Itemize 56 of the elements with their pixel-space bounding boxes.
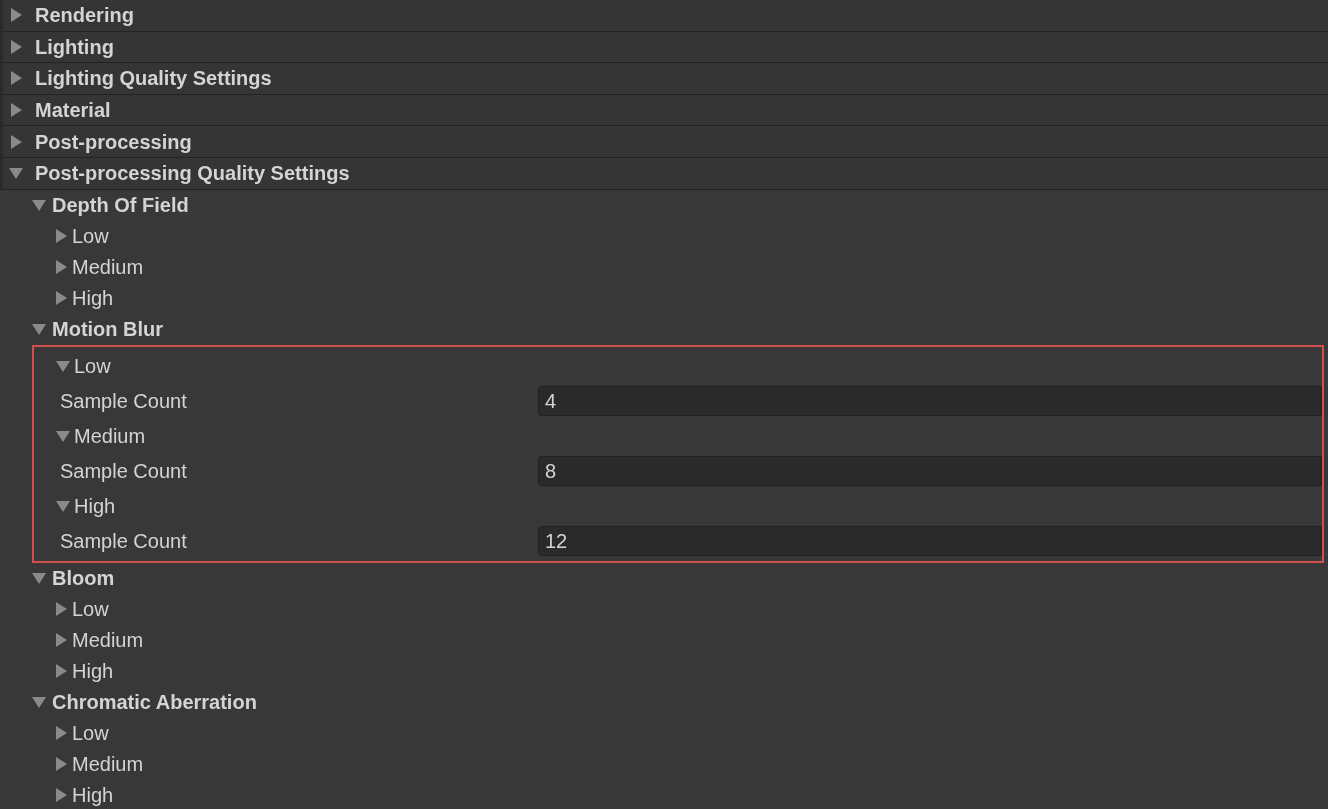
caret-right-icon[interactable] xyxy=(54,757,68,772)
caret-down-icon[interactable] xyxy=(56,429,70,444)
caret-right-icon[interactable] xyxy=(54,788,68,803)
quality-level-label[interactable]: Low xyxy=(72,221,109,252)
caret-right-icon[interactable] xyxy=(54,726,68,741)
section-title: Post-processing Quality Settings xyxy=(35,161,350,187)
quality-level-label[interactable]: High xyxy=(72,283,114,314)
caret-right-icon[interactable] xyxy=(9,71,23,86)
caret-right-icon[interactable] xyxy=(54,229,68,244)
caret-right-icon[interactable] xyxy=(54,633,68,648)
section-header[interactable]: Lighting Quality Settings xyxy=(0,63,1328,95)
caret-down-icon[interactable] xyxy=(32,198,46,213)
number-field[interactable]: 8 xyxy=(538,456,1322,487)
quality-level-label[interactable]: Medium xyxy=(72,625,144,656)
number-field[interactable]: 4 xyxy=(538,386,1322,417)
group-title[interactable]: Motion Blur xyxy=(52,314,164,345)
section-header[interactable]: Post-processing Quality Settings xyxy=(0,157,1328,190)
section-title: Lighting xyxy=(35,34,114,60)
caret-down-icon[interactable] xyxy=(32,571,46,586)
section-header[interactable]: Lighting xyxy=(0,31,1328,64)
caret-right-icon[interactable] xyxy=(54,260,68,275)
section-header[interactable]: Post-processing xyxy=(0,126,1328,158)
quality-level-label[interactable]: Low xyxy=(74,351,111,382)
caret-right-icon[interactable] xyxy=(54,291,68,306)
quality-level-label[interactable]: High xyxy=(74,491,116,522)
caret-right-icon[interactable] xyxy=(54,664,68,679)
group-title[interactable]: Chromatic Aberration xyxy=(52,687,257,718)
quality-level-label[interactable]: Low xyxy=(72,718,109,749)
quality-level-label[interactable]: Low xyxy=(72,594,109,625)
caret-right-icon[interactable] xyxy=(9,103,23,118)
field-label: Sample Count xyxy=(60,529,188,555)
group-title[interactable]: Bloom xyxy=(52,563,115,594)
quality-level-label[interactable]: Medium xyxy=(72,252,144,283)
caret-down-icon[interactable] xyxy=(56,359,70,374)
number-field[interactable]: 12 xyxy=(538,526,1322,557)
caret-down-icon[interactable] xyxy=(32,322,46,337)
caret-right-icon[interactable] xyxy=(9,39,23,54)
quality-level-label[interactable]: High xyxy=(72,780,114,809)
caret-down-icon[interactable] xyxy=(56,499,70,514)
caret-right-icon[interactable] xyxy=(9,134,23,149)
section-header[interactable]: Material xyxy=(0,94,1328,127)
section-title: Material xyxy=(35,98,111,124)
section-title: Lighting Quality Settings xyxy=(35,66,272,92)
section-header[interactable]: Rendering xyxy=(0,0,1328,32)
quality-level-label[interactable]: Medium xyxy=(74,421,146,452)
section-title: Rendering xyxy=(35,3,134,29)
caret-down-icon[interactable] xyxy=(9,166,23,181)
group-title[interactable]: Depth Of Field xyxy=(52,190,189,221)
caret-down-icon[interactable] xyxy=(32,695,46,710)
field-label: Sample Count xyxy=(60,389,188,415)
quality-level-label[interactable]: Medium xyxy=(72,749,144,780)
quality-level-label[interactable]: High xyxy=(72,656,114,687)
caret-right-icon[interactable] xyxy=(54,602,68,617)
section-title: Post-processing xyxy=(35,129,192,155)
caret-right-icon[interactable] xyxy=(9,8,23,23)
field-label: Sample Count xyxy=(60,459,188,485)
